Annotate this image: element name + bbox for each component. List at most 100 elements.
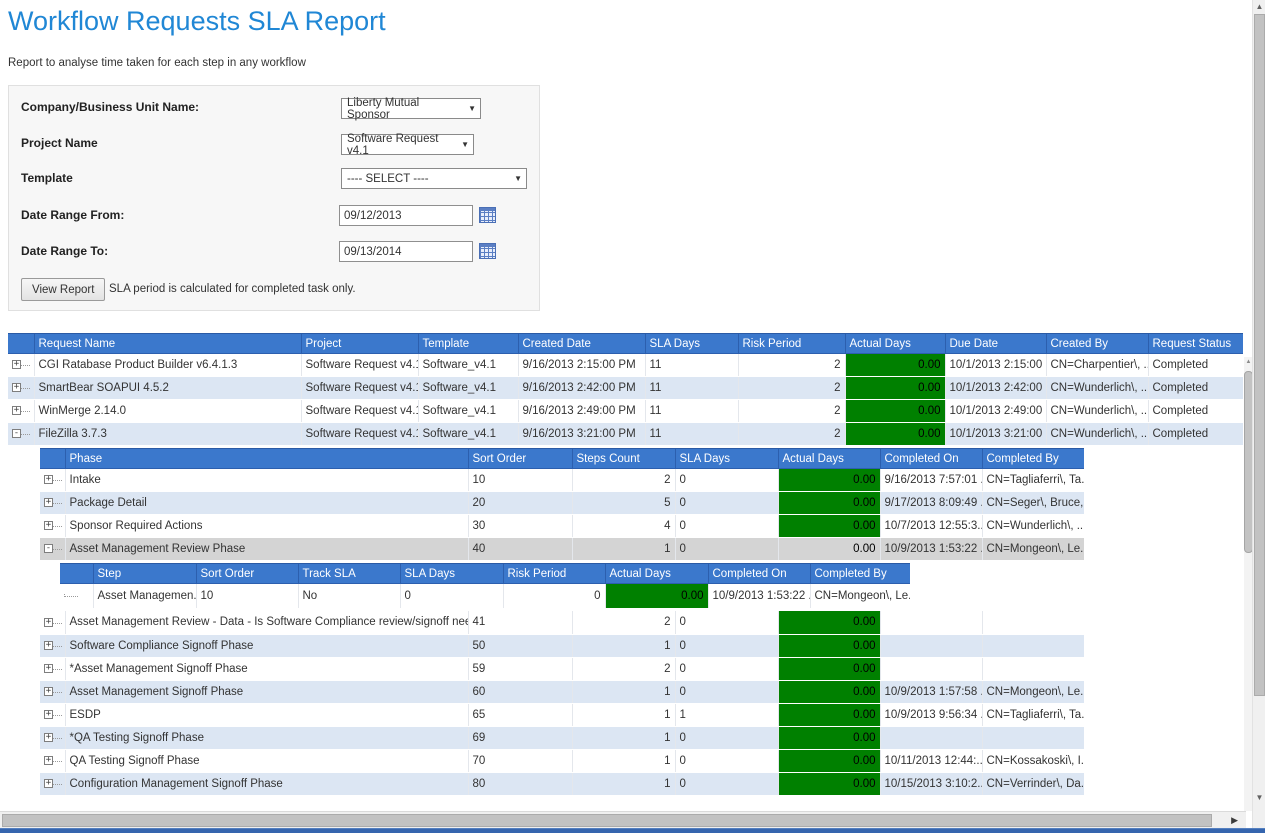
phases-table: PhaseSort OrderSteps CountSLA DaysActual… [40, 448, 1084, 561]
expander-box: - [12, 429, 21, 438]
phase-row[interactable]: +QA Testing Signoff Phase70100.0010/11/2… [40, 749, 1084, 772]
column-header-risk-period[interactable]: Risk Period [503, 564, 605, 584]
column-header-created-date[interactable]: Created Date [518, 334, 645, 354]
phase-row[interactable]: +Package Detail20500.009/17/2013 8:09:49… [40, 492, 1084, 515]
column-header-completed-by[interactable]: Completed By [982, 449, 1084, 469]
expand-icon[interactable]: + [44, 497, 62, 509]
expand-icon[interactable]: + [12, 359, 30, 371]
column-header-sla-days[interactable]: SLA Days [675, 449, 778, 469]
page-scrollbar-thumb[interactable] [1254, 14, 1265, 696]
expand-icon[interactable]: + [44, 778, 62, 790]
scroll-right-icon[interactable]: ▶ [1231, 815, 1238, 826]
column-header-completed-on[interactable]: Completed On [880, 449, 982, 469]
column-header-sort-order[interactable]: Sort Order [468, 449, 572, 469]
expand-icon[interactable]: + [44, 732, 62, 744]
column-header-risk-period[interactable]: Risk Period [738, 334, 845, 354]
template-select[interactable]: ---- SELECT ---- ▼ [341, 168, 527, 189]
expand-icon[interactable]: + [44, 709, 62, 721]
phase-row[interactable]: +*QA Testing Signoff Phase69100.00 [40, 726, 1084, 749]
request-row[interactable]: +WinMerge 2.14.0Software Request v4.1Sof… [8, 400, 1243, 423]
column-header-actual-days[interactable]: Actual Days [605, 564, 708, 584]
dotted-tree-line [21, 363, 30, 366]
column-header-template[interactable]: Template [418, 334, 518, 354]
cell-template: Software_v4.1 [418, 377, 518, 400]
phase-row[interactable]: +Software Compliance Signoff Phase50100.… [40, 634, 1084, 657]
column-header-sort-order[interactable]: Sort Order [196, 564, 298, 584]
expand-icon[interactable]: + [12, 382, 30, 394]
date-to-input[interactable] [339, 241, 473, 262]
request-row[interactable]: +CGI Ratabase Product Builder v6.4.1.3So… [8, 354, 1243, 377]
calendar-icon[interactable] [479, 207, 496, 223]
cell-sla: 0 [675, 492, 778, 515]
cell-name: CGI Ratabase Product Builder v6.4.1.3 [34, 354, 301, 377]
phase-row[interactable]: +Sponsor Required Actions30400.0010/7/20… [40, 515, 1084, 538]
cell-phase: ESDP [65, 703, 468, 726]
phase-row[interactable]: -Asset Management Review Phase40100.0010… [40, 538, 1084, 561]
expander-cell: + [40, 469, 65, 492]
scroll-down-icon[interactable]: ▼ [1253, 793, 1265, 802]
column-header-sla-days[interactable]: SLA Days [645, 334, 738, 354]
expand-icon[interactable]: + [44, 755, 62, 767]
column-header-actual-days[interactable]: Actual Days [845, 334, 945, 354]
column-header-completed-by[interactable]: Completed By [810, 564, 910, 584]
expander-cell: + [40, 657, 65, 680]
phase-row[interactable]: +*Asset Management Signoff Phase59200.00 [40, 657, 1084, 680]
cell-created-by: CN=Wunderlich\, ... [1046, 377, 1148, 400]
step-row[interactable]: Asset Managemen...10No000.0010/9/2013 1:… [60, 584, 910, 609]
phase-row[interactable]: +Asset Management Signoff Phase60100.001… [40, 680, 1084, 703]
request-row[interactable]: +SmartBear SOAPUI 4.5.2Software Request … [8, 377, 1243, 400]
expander-box: + [12, 383, 21, 392]
cell-track: No [298, 584, 400, 609]
requests-header-row: Request NameProjectTemplateCreated DateS… [8, 334, 1243, 354]
company-label: Company/Business Unit Name: [21, 100, 199, 114]
expander-box: + [44, 498, 53, 507]
column-header-phase[interactable]: Phase [65, 449, 468, 469]
expand-icon[interactable]: + [44, 640, 62, 652]
cell-sla: 0 [675, 538, 778, 561]
column-header-step[interactable]: Step [93, 564, 196, 584]
column-header-actual-days[interactable]: Actual Days [778, 449, 880, 469]
expand-icon[interactable]: + [12, 405, 30, 417]
cell-created-by: CN=Wunderlich\, ... [1046, 423, 1148, 446]
page-horizontal-scrollbar[interactable]: ▶ [0, 811, 1246, 828]
collapse-icon[interactable]: - [44, 543, 62, 555]
column-header-sla-days[interactable]: SLA Days [400, 564, 503, 584]
cell-sla: 0 [675, 469, 778, 492]
phase-row[interactable]: +Asset Management Review - Data - Is Sof… [40, 611, 1084, 634]
column-header-steps-count[interactable]: Steps Count [572, 449, 675, 469]
cell-name: SmartBear SOAPUI 4.5.2 [34, 377, 301, 400]
scroll-up-icon[interactable]: ▲ [1253, 2, 1265, 11]
cell-project: Software Request v4.1 [301, 400, 418, 423]
cell-steps: 2 [572, 469, 675, 492]
expand-icon[interactable]: + [44, 520, 62, 532]
cell-actual: 0.00 [778, 772, 880, 795]
requests-table: Request NameProjectTemplateCreated DateS… [8, 333, 1243, 446]
view-report-button[interactable]: View Report [21, 278, 105, 301]
project-select[interactable]: Software Request v4.1 ▼ [341, 134, 474, 155]
horizontal-scrollbar-thumb[interactable] [2, 814, 1212, 827]
expand-icon[interactable]: + [44, 663, 62, 675]
calendar-icon[interactable] [479, 243, 496, 259]
column-header-request-status[interactable]: Request Status [1148, 334, 1243, 354]
expander-cell: + [40, 515, 65, 538]
column-header-track-sla[interactable]: Track SLA [298, 564, 400, 584]
phase-row[interactable]: +Intake10200.009/16/2013 7:57:01 ...CN=T… [40, 469, 1084, 492]
cell-completed-by: CN=Mongeon\, Le... [982, 680, 1084, 703]
column-header-created-by[interactable]: Created By [1046, 334, 1148, 354]
phase-row[interactable]: +Configuration Management Signoff Phase8… [40, 772, 1084, 795]
request-row[interactable]: -FileZilla 3.7.3Software Request v4.1Sof… [8, 423, 1243, 446]
expand-icon[interactable]: + [44, 474, 62, 486]
column-header-project[interactable]: Project [301, 334, 418, 354]
column-header-completed-on[interactable]: Completed On [708, 564, 810, 584]
expand-icon[interactable]: + [44, 616, 62, 628]
expand-icon[interactable]: + [44, 686, 62, 698]
cell-phase: Sponsor Required Actions [65, 515, 468, 538]
phase-row[interactable]: +ESDP65110.0010/9/2013 9:56:34 ...CN=Tag… [40, 703, 1084, 726]
cell-name: WinMerge 2.14.0 [34, 400, 301, 423]
column-header-request-name[interactable]: Request Name [34, 334, 301, 354]
date-from-input[interactable] [339, 205, 473, 226]
company-select[interactable]: Liberty Mutual Sponsor ▼ [341, 98, 481, 119]
collapse-icon[interactable]: - [12, 428, 30, 440]
column-header-due-date[interactable]: Due Date [945, 334, 1046, 354]
page-vertical-scrollbar[interactable]: ▲ ▼ [1252, 0, 1265, 833]
